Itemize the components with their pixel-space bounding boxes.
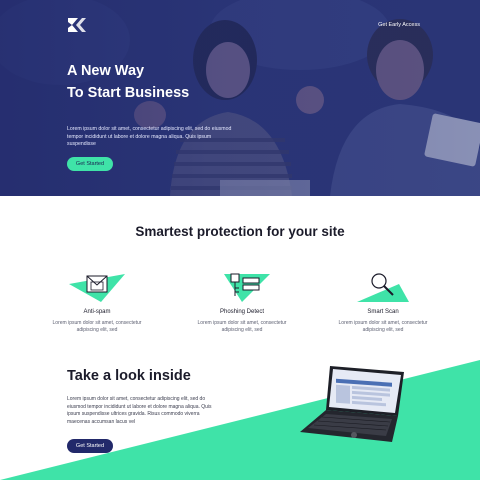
feature-description: Lorem ipsum dolor sit amet, consectetur … — [52, 320, 142, 333]
key-icon — [224, 273, 270, 302]
feature-title: Phoshing Detect — [219, 309, 265, 315]
feature-phishing-detect: Phoshing Detect Lorem ipsum dolor sit am… — [187, 270, 297, 334]
get-early-access-link[interactable]: Get Early Access — [378, 22, 420, 28]
hero-title-line1: A New Way — [67, 63, 145, 79]
hero-title-line2: To Start Business — [67, 85, 190, 101]
features-title: Smartest protection for your site — [135, 224, 345, 239]
feature-description: Lorem ipsum dolor sit amet, consectetur … — [338, 320, 428, 333]
inside-description: Lorem ipsum dolor sit amet, consectetur … — [67, 396, 212, 425]
feature-anti-spam: Anti-spam Lorem ipsum dolor sit amet, co… — [42, 270, 152, 334]
hero-get-started-button[interactable]: Get Started — [67, 157, 113, 171]
logo-icon[interactable] — [66, 16, 88, 34]
hero-section: Get Early Access A New Way To Start Busi… — [0, 0, 480, 196]
feature-smart-scan: Smart Scan Lorem ipsum dolor sit amet, c… — [328, 270, 438, 334]
envelope-icon — [69, 274, 125, 302]
feature-title: Smart Scan — [367, 309, 399, 315]
laptop-image — [300, 366, 404, 442]
hero-title: A New Way To Start Business — [67, 60, 267, 104]
feature-title: Anti-spam — [83, 309, 111, 315]
hero-description: Lorem ipsum dolor sit amet, consectetur … — [67, 126, 232, 147]
inside-get-started-button[interactable]: Get Started — [67, 439, 113, 453]
feature-description: Lorem ipsum dolor sit amet, consectetur … — [197, 320, 287, 333]
magnifier-icon — [357, 273, 409, 302]
inside-title: Take a look inside — [67, 368, 191, 384]
